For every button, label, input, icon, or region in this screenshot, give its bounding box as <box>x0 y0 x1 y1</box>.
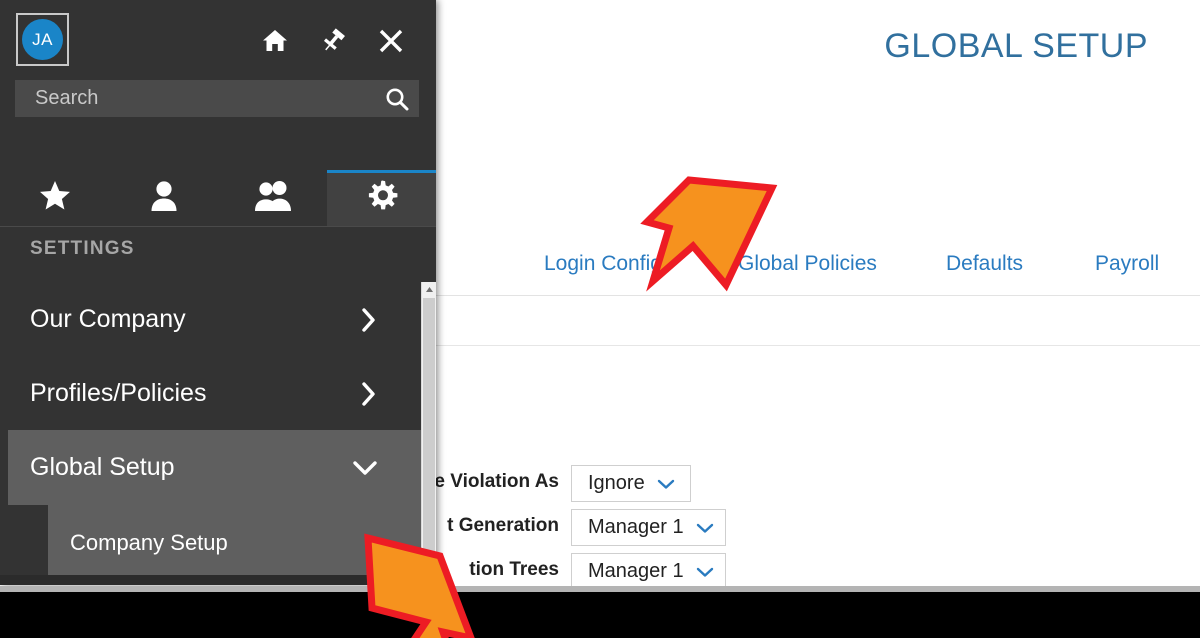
tab-settings[interactable] <box>327 170 436 226</box>
tab-favorites[interactable] <box>0 170 109 226</box>
search-icon[interactable] <box>375 86 419 112</box>
flyout-vertical-scrollbar[interactable] <box>421 282 436 575</box>
people-icon <box>254 180 292 216</box>
sidebar-item-company-setup[interactable]: Company Setup <box>48 505 421 580</box>
search-input[interactable]: Search <box>15 80 419 117</box>
navigation-flyout-panel: JA Search SETTINGS Our Company Profiles/… <box>0 0 436 585</box>
sidebar-item-label: Our Company <box>30 305 186 333</box>
screenshot-root: (Eastern) GLOBAL SETUP nfig Login Config… <box>0 0 1200 638</box>
avatar-initials: JA <box>22 19 63 60</box>
page-title: GLOBAL SETUP <box>884 27 1148 65</box>
flyout-icon-tabbar <box>0 170 436 227</box>
star-icon <box>39 180 71 216</box>
flyout-bottom-edge <box>0 575 436 585</box>
flyout-titlebar: JA <box>0 0 436 76</box>
select-value: Ignore <box>588 472 645 494</box>
chevron-down-icon <box>696 566 714 578</box>
tab-payroll[interactable]: Payroll <box>1095 252 1159 276</box>
person-icon <box>149 180 179 216</box>
sidebar-item-label: Company Setup <box>70 529 228 555</box>
sidebar-item-label: Profiles/Policies <box>30 379 207 407</box>
sidebar-item-our-company[interactable]: Our Company <box>8 282 421 357</box>
chevron-down-icon <box>657 478 675 490</box>
chevron-down-icon <box>696 522 714 534</box>
chevron-right-icon <box>359 380 379 408</box>
sidebar-item-global-setup[interactable]: Global Setup <box>8 430 421 505</box>
generation-select[interactable]: Manager 1 <box>571 509 726 546</box>
pin-icon[interactable] <box>316 24 350 58</box>
select-value: Manager 1 <box>588 516 684 538</box>
flyout-section-heading: SETTINGS <box>30 238 135 259</box>
trees-select[interactable]: Manager 1 <box>571 553 726 590</box>
close-icon[interactable] <box>374 24 408 58</box>
tab-defaults[interactable]: Defaults <box>946 252 1023 276</box>
select-value: Manager 1 <box>588 560 684 582</box>
settings-menu-list: Our Company Profiles/Policies Global Set… <box>0 282 421 580</box>
scrollbar-thumb[interactable] <box>423 298 435 568</box>
tab-login-config[interactable]: Login Config <box>544 252 662 276</box>
sidebar-item-profiles-policies[interactable]: Profiles/Policies <box>8 356 421 431</box>
search-placeholder: Search <box>35 87 99 109</box>
home-icon[interactable] <box>258 24 292 58</box>
tab-global-policies[interactable]: Global Policies <box>738 252 877 276</box>
viewport-bottom-band <box>0 592 1200 638</box>
tab-employee[interactable] <box>109 170 218 226</box>
chevron-right-icon <box>359 306 379 334</box>
gear-icon <box>365 180 399 219</box>
tab-team[interactable] <box>218 170 327 226</box>
scroll-up-arrow-icon[interactable] <box>422 282 436 297</box>
violation-as-select[interactable]: Ignore <box>571 465 691 502</box>
sidebar-item-label: Global Setup <box>30 453 175 481</box>
avatar[interactable]: JA <box>16 13 69 66</box>
chevron-down-icon <box>351 458 379 478</box>
